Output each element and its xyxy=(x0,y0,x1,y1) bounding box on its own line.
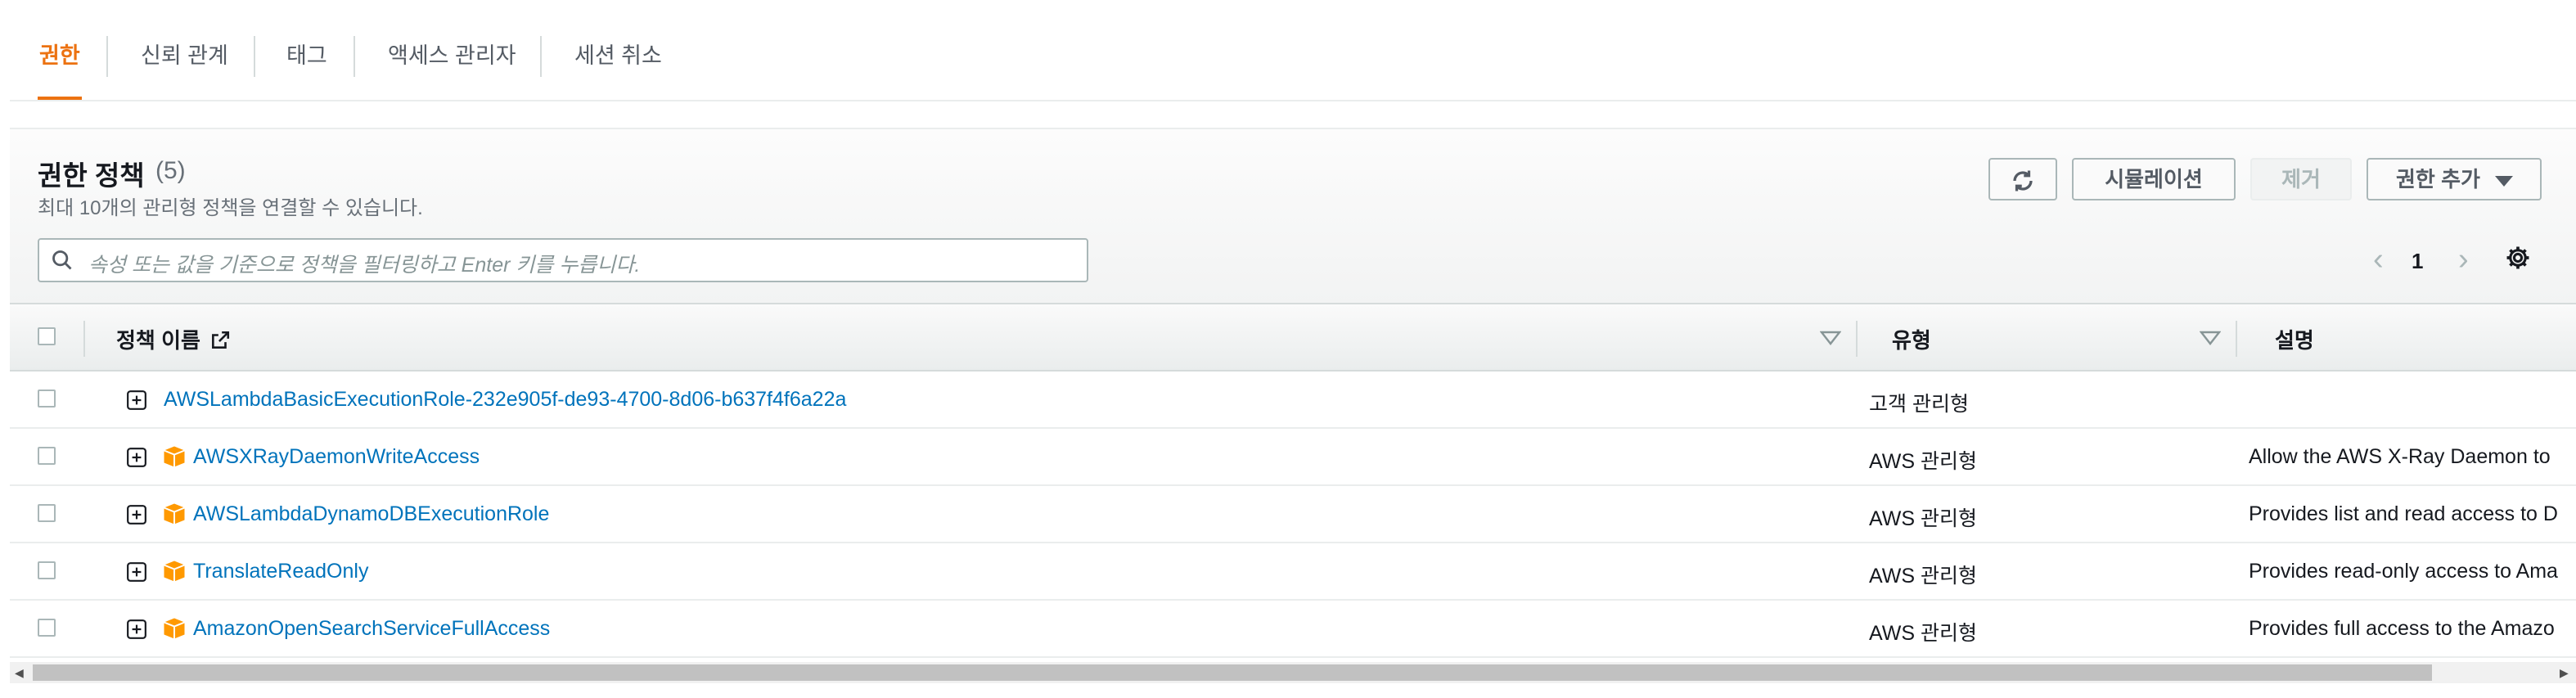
tab-permissions[interactable]: 권한 xyxy=(38,0,82,100)
row-checkbox[interactable] xyxy=(38,390,56,408)
table-row: AWSLambdaBasicExecutionRole-232e905f-de9… xyxy=(10,372,2576,429)
remove-button[interactable]: 제거 xyxy=(2250,158,2352,200)
tab-divider xyxy=(106,36,108,77)
tab-divider xyxy=(354,36,355,77)
tab-divider xyxy=(540,36,542,77)
aws-managed-icon xyxy=(164,561,185,582)
panel-title: 권한 정책 xyxy=(38,160,145,191)
pagination-next-button[interactable]: › xyxy=(2458,242,2469,277)
policy-name-link[interactable]: AmazonOpenSearchServiceFullAccess xyxy=(193,617,550,641)
column-header-policy-name[interactable]: 정책 이름 xyxy=(116,324,231,354)
expand-row-icon[interactable] xyxy=(126,619,147,640)
policy-name-link[interactable]: AWSXRayDaemonWriteAccess xyxy=(193,445,480,469)
policy-type: AWS 관리형 xyxy=(1869,622,1977,645)
refresh-button[interactable] xyxy=(1988,158,2057,200)
aws-managed-icon xyxy=(164,446,185,467)
column-divider xyxy=(83,321,85,357)
add-permissions-label: 권한 추가 xyxy=(2396,167,2480,191)
add-permissions-button[interactable]: 권한 추가 xyxy=(2367,158,2542,200)
expand-row-icon[interactable] xyxy=(126,390,147,411)
row-checkbox[interactable] xyxy=(38,447,56,465)
policy-type: AWS 관리형 xyxy=(1869,450,1977,473)
panel-description: 최대 10개의 관리형 정책을 연결할 수 있습니다. xyxy=(38,197,423,219)
row-checkbox[interactable] xyxy=(38,619,56,637)
tab-revoke-sessions[interactable]: 세션 취소 xyxy=(574,0,662,98)
search-placeholder: 속성 또는 값을 기준으로 정책을 필터링하고 Enter 키를 누릅니다. xyxy=(88,254,641,277)
external-link-icon xyxy=(212,331,230,349)
aws-managed-icon xyxy=(164,503,185,525)
tab-divider xyxy=(254,36,255,77)
pagination-current-page[interactable]: 1 xyxy=(2412,249,2423,274)
aws-managed-icon xyxy=(164,618,185,639)
policy-name-link[interactable]: AWSLambdaDynamoDBExecutionRole xyxy=(193,502,549,526)
policy-count: (5) xyxy=(155,157,186,184)
sort-icon[interactable] xyxy=(1820,331,1841,345)
row-checkbox[interactable] xyxy=(38,504,56,522)
table-header: 정책 이름 유형 설명 xyxy=(10,303,2576,372)
expand-row-icon[interactable] xyxy=(126,447,147,468)
table-row: AmazonOpenSearchServiceFullAccess AWS 관리형… xyxy=(10,601,2576,658)
sort-icon[interactable] xyxy=(2200,331,2221,345)
column-divider xyxy=(1856,321,1858,357)
iam-role-permissions-view: 권한 신뢰 관계 태그 액세스 관리자 세션 취소 권한 정책 (5) 최대 1… xyxy=(0,0,2576,698)
policy-name-link[interactable]: TranslateReadOnly xyxy=(193,560,368,583)
horizontal-scrollbar[interactable]: ◀ ▶ xyxy=(10,662,2576,683)
policy-name-link[interactable]: AWSLambdaBasicExecutionRole-232e905f-de9… xyxy=(164,388,846,412)
row-checkbox[interactable] xyxy=(38,561,56,579)
expand-row-icon[interactable] xyxy=(126,504,147,525)
permissions-policies-panel: 권한 정책 (5) 최대 10개의 관리형 정책을 연결할 수 있습니다. 시뮬… xyxy=(10,128,2576,698)
scroll-right-arrow[interactable]: ▶ xyxy=(2560,666,2569,680)
select-all-checkbox[interactable] xyxy=(38,327,56,345)
column-header-description[interactable]: 설명 xyxy=(2275,324,2314,354)
policy-description: Provides full access to the Amazo xyxy=(2249,617,2555,640)
policy-type: AWS 관리형 xyxy=(1869,565,1977,588)
table-row: AWSXRayDaemonWriteAccess AWS 관리형 Allow the… xyxy=(10,429,2576,486)
tab-access-advisor[interactable]: 액세스 관리자 xyxy=(388,0,516,98)
scrollbar-thumb[interactable] xyxy=(33,664,2432,681)
table-row: TranslateReadOnly AWS 관리형 Provides read-on… xyxy=(10,543,2576,601)
expand-row-icon[interactable] xyxy=(126,561,147,583)
gear-icon[interactable] xyxy=(2504,244,2532,272)
policy-description: Provides list and read access to D xyxy=(2249,502,2558,525)
table-row: AWSLambdaDynamoDBExecutionRole AWS 관리형 Pro… xyxy=(10,486,2576,543)
caret-down-icon xyxy=(2495,176,2514,187)
policy-type: 고객 관리형 xyxy=(1869,393,1969,416)
policy-description: Allow the AWS X-Ray Daemon to xyxy=(2249,445,2551,468)
scroll-left-arrow[interactable]: ◀ xyxy=(15,666,24,680)
tab-trust-relationships[interactable]: 신뢰 관계 xyxy=(141,0,228,98)
column-header-type[interactable]: 유형 xyxy=(1892,324,1931,354)
tab-bar: 권한 신뢰 관계 태그 액세스 관리자 세션 취소 xyxy=(10,0,2576,101)
tab-tags[interactable]: 태그 xyxy=(286,0,327,98)
panel-header: 권한 정책 (5) 최대 10개의 관리형 정책을 연결할 수 있습니다. 시뮬… xyxy=(10,128,2576,304)
refresh-icon xyxy=(2013,170,2033,191)
filter-search-box[interactable]: 속성 또는 값을 기준으로 정책을 필터링하고 Enter 키를 누릅니다. xyxy=(38,238,1088,282)
column-divider xyxy=(2236,321,2237,357)
policy-description: Provides read-only access to Ama xyxy=(2249,560,2558,583)
simulation-button[interactable]: 시뮬레이션 xyxy=(2072,158,2236,200)
pagination-prev-button[interactable]: ‹ xyxy=(2373,242,2384,277)
policy-type: AWS 관리형 xyxy=(1869,507,1977,530)
search-icon xyxy=(52,250,72,270)
